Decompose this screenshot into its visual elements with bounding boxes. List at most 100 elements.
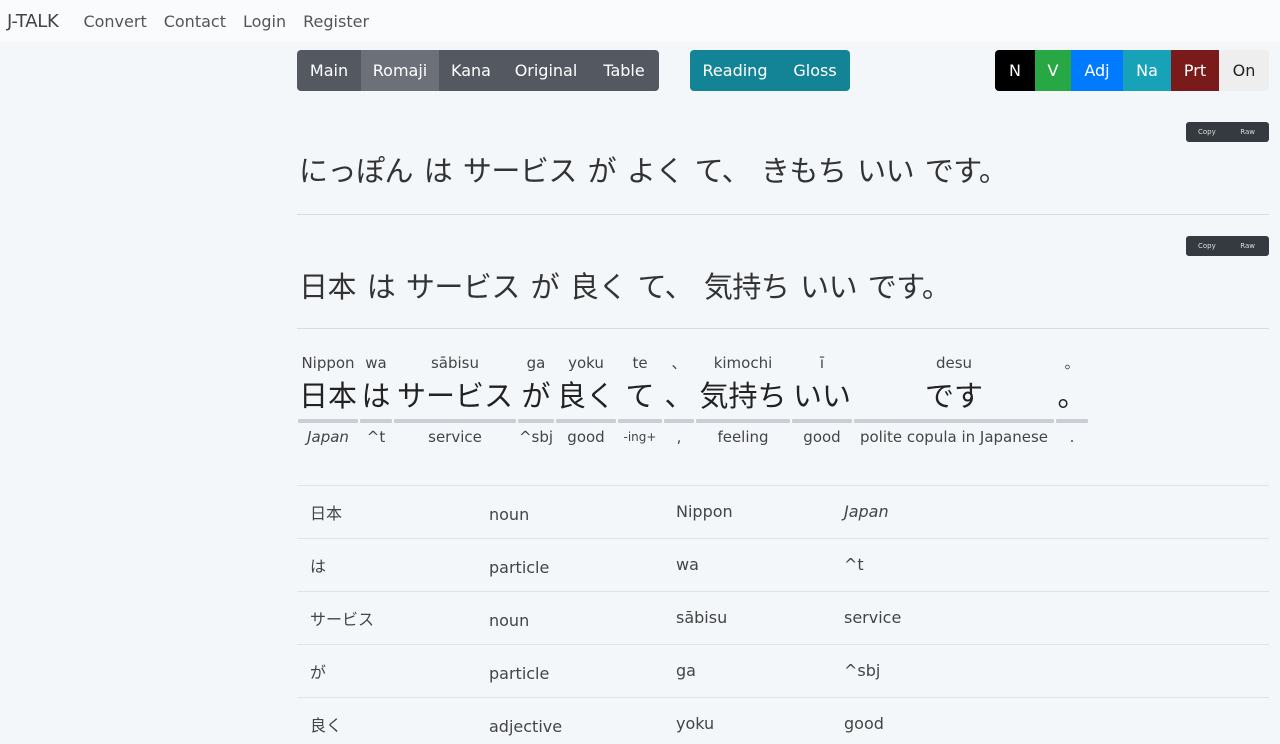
token-underline — [518, 419, 554, 423]
cell-word: は — [310, 557, 327, 576]
token-underline — [854, 419, 1054, 423]
token-underline — [696, 419, 790, 423]
cell-word: 良く — [310, 716, 343, 735]
noun-color-button[interactable]: N — [995, 50, 1035, 91]
cell-pos: particle — [489, 557, 550, 577]
cell-pos: noun — [489, 610, 530, 630]
token-reading: sābisu — [430, 354, 480, 372]
cell-romaji: ga — [676, 660, 696, 680]
token-word: 、 — [664, 379, 694, 413]
table-row: は particle wa ^t — [297, 538, 1269, 591]
cell-romaji: sābisu — [676, 607, 728, 627]
token[interactable]: wa は ^t — [359, 353, 393, 449]
token-gloss: ^t — [366, 428, 386, 446]
table-row: 良く adjective yoku good — [297, 697, 1269, 744]
main-view-button[interactable]: Main — [297, 50, 361, 91]
original-view-button[interactable]: Original — [503, 50, 589, 91]
raw-button[interactable]: Raw — [1240, 128, 1255, 136]
token-underline — [664, 419, 694, 423]
token-reading: yoku — [568, 354, 604, 372]
token-underline — [618, 419, 662, 423]
na-adjective-color-button[interactable]: Na — [1123, 50, 1171, 91]
table-row: 日本 noun Nippon Japan — [297, 485, 1269, 538]
cell-word: が — [310, 663, 327, 682]
color-on-toggle[interactable]: On — [1219, 50, 1269, 91]
token-gloss: , — [676, 428, 682, 446]
particle-color-button[interactable]: Prt — [1171, 50, 1219, 91]
kana-sentence: にっぽん は サービス が よく て、 きもち いい です。 — [299, 154, 1008, 188]
copy-button[interactable]: Copy — [1198, 128, 1216, 136]
token-gloss: good — [567, 428, 605, 446]
nav-link-contact[interactable]: Contact — [164, 12, 226, 31]
token[interactable]: kimochi 気持ち feeling — [695, 353, 791, 449]
token-word: 。 — [1057, 379, 1087, 413]
cell-gloss: ^sbj — [844, 660, 881, 680]
original-copy-raw-group: Copy Raw — [1186, 236, 1269, 256]
token-underline — [298, 419, 358, 423]
kana-copy-raw-group: Copy Raw — [1186, 122, 1269, 142]
token-reading: desu — [935, 354, 973, 372]
token-gloss: ^sbj — [518, 428, 554, 446]
romaji-view-button[interactable]: Romaji — [361, 50, 439, 91]
token[interactable]: te て -ing+ — [617, 353, 663, 449]
token-word: いい — [792, 379, 851, 413]
token-reading: wa — [365, 354, 387, 372]
cell-gloss: good — [844, 713, 884, 733]
kana-view-button[interactable]: Kana — [439, 50, 503, 91]
token-underline — [360, 419, 392, 423]
token[interactable]: sābisu サービス service — [393, 353, 517, 449]
token-word: です — [924, 379, 983, 413]
token-word: 気持ち — [699, 379, 787, 413]
token-gloss: service — [428, 428, 482, 446]
token-word: 良く — [556, 379, 615, 413]
token-reading: Nippon — [301, 354, 355, 372]
nav-link-login[interactable]: Login — [243, 12, 286, 31]
token-word: サービス — [396, 379, 513, 413]
nav-link-register[interactable]: Register — [303, 12, 369, 31]
adjective-color-button[interactable]: Adj — [1071, 50, 1123, 91]
token[interactable]: desu です polite copula in Japanese — [853, 353, 1055, 449]
verb-color-button[interactable]: V — [1035, 50, 1071, 91]
cell-romaji: wa — [676, 554, 699, 574]
token-reading: te — [632, 354, 648, 372]
brand-logo[interactable]: J-TALK — [7, 11, 59, 32]
token-gloss: . — [1069, 428, 1075, 446]
word-table: 日本 noun Nippon Japan は particle wa ^t サー… — [297, 485, 1269, 744]
cell-word: 日本 — [310, 504, 343, 523]
token-underline — [792, 419, 852, 423]
table-view-button[interactable]: Table — [589, 50, 659, 91]
cell-romaji: Nippon — [676, 501, 733, 521]
token[interactable]: ga が ^sbj — [517, 353, 555, 449]
token[interactable]: 。 。 . — [1055, 353, 1089, 449]
pos-color-group: N V Adj Na Prt On — [995, 50, 1269, 91]
gloss-toggle-button[interactable]: Gloss — [780, 50, 850, 91]
cell-romaji: yoku — [676, 713, 715, 733]
token[interactable]: yoku 良く good — [555, 353, 617, 449]
copy-button[interactable]: Copy — [1198, 242, 1216, 250]
divider — [297, 328, 1269, 329]
reading-toggle-button[interactable]: Reading — [690, 50, 780, 91]
token[interactable]: Nippon 日本 Japan — [297, 353, 359, 449]
cell-pos: adjective — [489, 716, 563, 736]
token-underline — [556, 419, 616, 423]
token-word: は — [361, 379, 391, 413]
cell-pos: particle — [489, 663, 550, 683]
token-underline — [394, 419, 516, 423]
nav-link-convert[interactable]: Convert — [83, 12, 146, 31]
raw-button[interactable]: Raw — [1240, 242, 1255, 250]
token-underline — [1056, 419, 1088, 423]
table-row: が particle ga ^sbj — [297, 644, 1269, 697]
token[interactable]: 、 、 , — [663, 353, 695, 449]
divider — [297, 214, 1269, 215]
token-gloss: feeling — [717, 428, 769, 446]
token-gloss: good — [803, 428, 841, 446]
view-mode-group: Main Romaji Kana Original Table — [297, 50, 659, 91]
cell-gloss: service — [844, 607, 902, 627]
table-row: サービス noun sābisu service — [297, 591, 1269, 644]
cell-pos: noun — [489, 504, 530, 524]
cell-gloss: ^t — [844, 554, 864, 574]
token-gloss: polite copula in Japanese — [859, 428, 1049, 446]
token-reading: kimochi — [713, 354, 773, 372]
token[interactable]: ī いい good — [791, 353, 853, 449]
cell-gloss: Japan — [844, 501, 889, 521]
